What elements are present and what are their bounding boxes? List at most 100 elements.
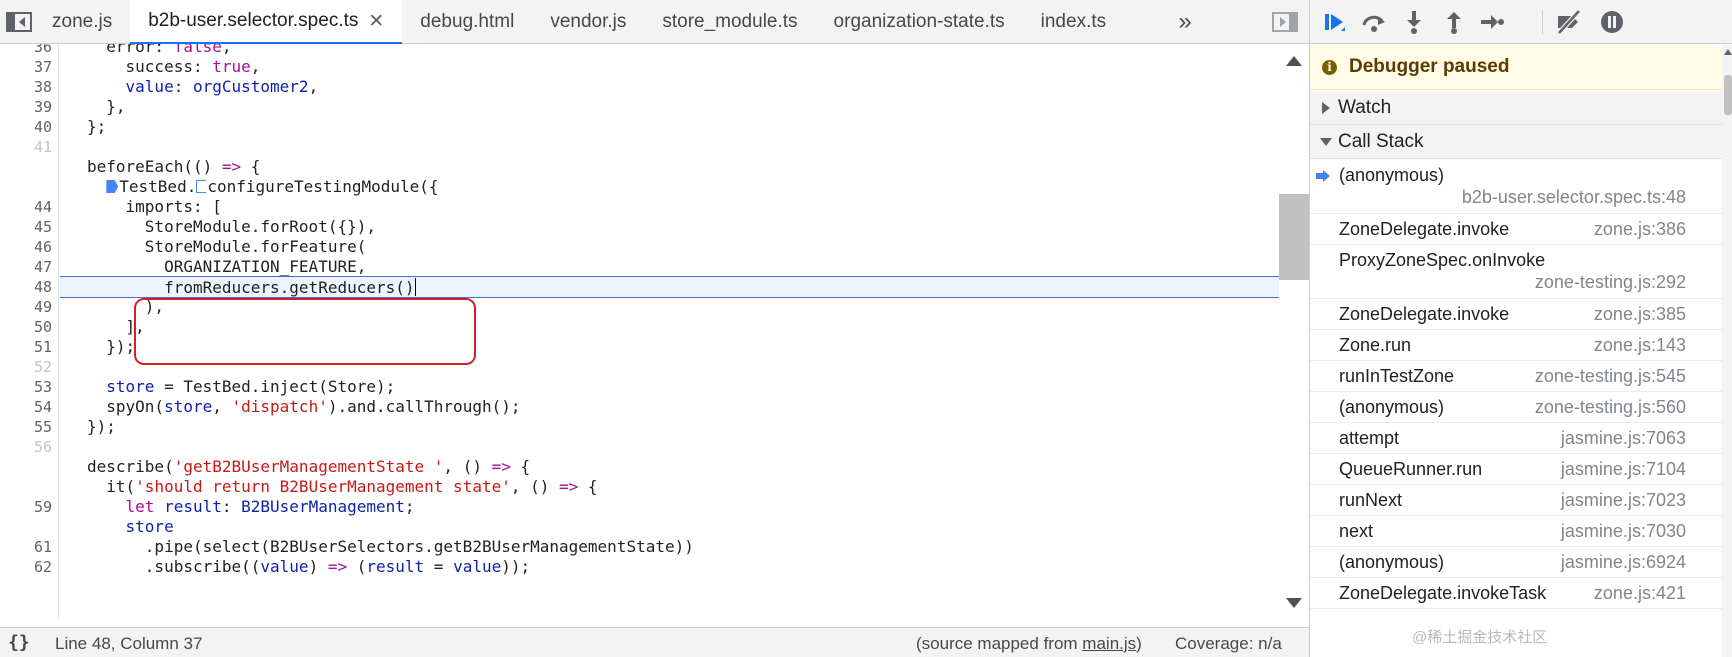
scroll-thumb[interactable] — [1279, 194, 1309, 280]
code-line[interactable]: spyOn(store, 'dispatch').and.callThrough… — [60, 396, 1279, 418]
step-out-button[interactable] — [1440, 8, 1468, 36]
line-number-gutter[interactable]: 36 37 38 39 40 41 42 43 44 45 46 47 48 49 50 51 52 53 54 55… — [0, 44, 58, 620]
code-line[interactable]: store = TestBed.inject(Store); — [60, 376, 1279, 398]
more-tabs-icon[interactable]: » — [1172, 8, 1198, 36]
frame-source-location[interactable]: jasmine.js:6924 — [1561, 552, 1686, 573]
line-number[interactable]: 51 — [0, 336, 54, 358]
code-line[interactable]: it('should return B2BUserManagement stat… — [60, 476, 1279, 498]
code-line[interactable] — [60, 436, 1279, 458]
line-number[interactable]: 54 — [0, 396, 54, 418]
frame-source-location[interactable]: zone-testing.js:292 — [1535, 272, 1686, 293]
line-number[interactable]: 62 — [0, 556, 54, 578]
line-number[interactable]: 55 — [0, 416, 54, 438]
pause-on-exceptions-button[interactable] — [1598, 8, 1626, 36]
code-line[interactable]: describe('getB2BUserManagementState ', (… — [60, 456, 1279, 478]
code-line[interactable]: ), — [60, 296, 1279, 318]
code-line[interactable]: ], — [60, 316, 1279, 338]
code-line[interactable]: }); — [60, 416, 1279, 438]
line-number[interactable]: 47 — [0, 256, 54, 278]
line-number[interactable]: 59 — [0, 496, 54, 518]
editor-tab[interactable]: b2b-user.selector.spec.ts ✕ — [130, 0, 403, 44]
step-button[interactable] — [1478, 8, 1506, 36]
line-number[interactable]: 39 — [0, 96, 54, 118]
code-editor[interactable]: 36 37 38 39 40 41 42 43 44 45 46 47 48 49 50 51 52 53 54 55… — [0, 44, 1309, 620]
line-number[interactable]: 52 — [0, 356, 54, 378]
call-stack-frame[interactable]: runInTestZone zone-testing.js:545 — [1310, 361, 1722, 392]
inline-breakpoint-icon[interactable] — [196, 180, 207, 193]
line-number[interactable]: 56 — [0, 436, 54, 458]
frame-source-location[interactable]: zone.js:386 — [1594, 219, 1686, 240]
editor-scrollbar[interactable] — [1278, 44, 1309, 620]
editor-tab[interactable]: store_module.ts — [644, 0, 815, 44]
breakpoint-line-number[interactable]: 57 — [0, 456, 54, 478]
code-line[interactable]: value: orgCustomer2, — [60, 76, 1279, 98]
debugger-scrollbar[interactable] — [1722, 45, 1732, 657]
line-number[interactable]: 41 — [0, 136, 54, 158]
code-line[interactable]: StoreModule.forRoot({}), — [60, 216, 1279, 238]
call-stack-frame[interactable]: ZoneDelegate.invoke zone.js:385 — [1310, 299, 1722, 330]
call-stack-frame[interactable]: (anonymous) b2b-user.selector.spec.ts:48 — [1310, 160, 1722, 214]
close-tab-icon[interactable]: ✕ — [368, 10, 384, 33]
editor-tab[interactable]: debug.html — [402, 0, 532, 44]
code-line[interactable]: .pipe(select(B2BUserSelectors.getB2BUser… — [60, 536, 1279, 558]
code-line[interactable]: store — [60, 516, 1279, 538]
call-stack-frame[interactable]: attempt jasmine.js:7063 — [1310, 423, 1722, 454]
call-stack-frame[interactable]: (anonymous) jasmine.js:6924 — [1310, 547, 1722, 578]
code-line[interactable]: ORGANIZATION_FEATURE, — [60, 256, 1279, 278]
line-number[interactable]: 40 — [0, 116, 54, 138]
line-number[interactable]: 37 — [0, 56, 54, 78]
line-number[interactable]: 45 — [0, 216, 54, 238]
frame-source-location[interactable]: zone-testing.js:545 — [1535, 366, 1686, 387]
line-number[interactable]: 46 — [0, 236, 54, 258]
frame-source-location[interactable]: zone.js:143 — [1594, 335, 1686, 356]
call-stack-frame[interactable]: ZoneDelegate.invoke zone.js:386 — [1310, 214, 1722, 245]
scroll-down-arrow-icon[interactable] — [1286, 598, 1302, 608]
frame-source-location[interactable]: zone.js:421 — [1594, 583, 1686, 604]
code-line[interactable] — [60, 136, 1279, 158]
step-over-button[interactable] — [1360, 8, 1388, 36]
deactivate-breakpoints-button[interactable] — [1555, 8, 1583, 36]
call-stack-frame[interactable]: ZoneDelegate.invokeTask zone.js:421 — [1310, 578, 1722, 609]
line-number[interactable]: 49 — [0, 296, 54, 318]
editor-tab[interactable]: index.ts — [1023, 0, 1124, 44]
code-line[interactable] — [60, 356, 1279, 378]
breakpoint-line-number[interactable]: 60 — [0, 516, 54, 538]
code-line[interactable]: StoreModule.forFeature( — [60, 236, 1279, 258]
code-line[interactable]: }, — [60, 96, 1279, 118]
line-number[interactable]: 44 — [0, 196, 54, 218]
scroll-up-arrow-icon[interactable] — [1286, 56, 1302, 66]
inline-breakpoint-icon[interactable] — [106, 180, 119, 193]
editor-tab[interactable]: organization-state.ts — [816, 0, 1023, 44]
frame-source-location[interactable]: zone-testing.js:560 — [1535, 397, 1686, 418]
toggle-debugger-sidebar-icon[interactable] — [1272, 12, 1298, 32]
breakpoint-line-number[interactable]: 58 — [0, 476, 54, 498]
editor-tab[interactable]: zone.js — [34, 0, 130, 44]
pretty-print-button[interactable]: {} — [8, 632, 30, 653]
code-line[interactable]: }); — [60, 336, 1279, 358]
code-lines[interactable]: error: false, success: true, value: orgC… — [60, 44, 1279, 620]
code-line[interactable]: imports: [ — [60, 196, 1279, 218]
frame-source-location[interactable]: zone.js:385 — [1594, 304, 1686, 325]
code-line[interactable]: beforeEach(() => { — [60, 156, 1279, 178]
frame-source-location[interactable]: b2b-user.selector.spec.ts:48 — [1462, 187, 1686, 208]
frame-source-location[interactable]: jasmine.js:7063 — [1561, 428, 1686, 449]
line-number[interactable]: 50 — [0, 316, 54, 338]
editor-tab[interactable]: vendor.js — [532, 0, 644, 44]
frame-source-location[interactable]: jasmine.js:7023 — [1561, 490, 1686, 511]
line-number[interactable]: 38 — [0, 76, 54, 98]
step-into-button[interactable] — [1400, 8, 1428, 36]
code-line[interactable]: .subscribe((value) => (result = value)); — [60, 556, 1279, 578]
line-number[interactable]: 53 — [0, 376, 54, 398]
call-stack-frame[interactable]: next jasmine.js:7030 — [1310, 516, 1722, 547]
breakpoint-line-number[interactable]: 43 — [0, 176, 54, 198]
resume-button[interactable] — [1320, 8, 1348, 36]
current-execution-line[interactable]: fromReducers.getReducers() — [60, 276, 1279, 298]
call-stack-frame[interactable]: QueueRunner.run jasmine.js:7104 — [1310, 454, 1722, 485]
frame-source-location[interactable]: jasmine.js:7030 — [1561, 521, 1686, 542]
scroll-up-arrow-icon[interactable] — [1724, 49, 1732, 55]
scroll-thumb[interactable] — [1724, 75, 1732, 115]
code-line[interactable]: }; — [60, 116, 1279, 138]
code-line[interactable]: TestBed. configureTestingModule({ — [60, 176, 1279, 198]
call-stack-frame[interactable]: (anonymous) zone-testing.js:560 — [1310, 392, 1722, 423]
code-line[interactable]: success: true, — [60, 56, 1279, 78]
